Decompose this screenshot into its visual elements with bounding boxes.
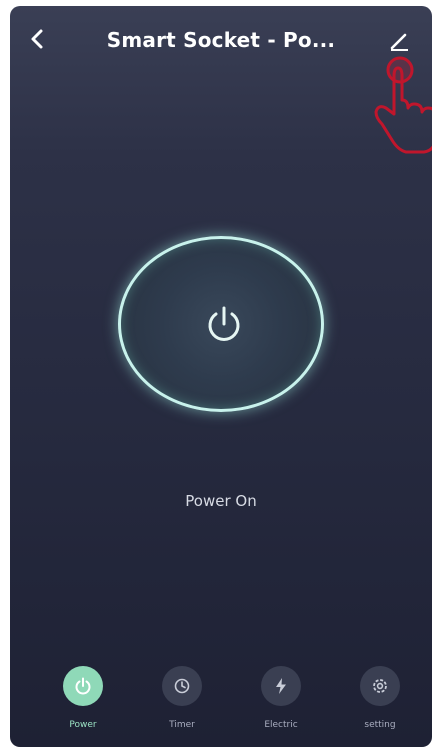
tap-hand-icon — [374, 56, 432, 154]
chevron-left-icon — [31, 29, 43, 49]
power-control — [118, 236, 324, 412]
clock-icon — [162, 666, 202, 706]
pencil-icon — [390, 33, 408, 51]
gear-icon — [360, 666, 400, 706]
tab-power[interactable]: Power — [43, 666, 123, 746]
bottom-nav: Power Timer Electric setting — [10, 666, 432, 746]
tab-timer[interactable]: Timer — [142, 666, 222, 746]
power-icon — [201, 301, 247, 347]
tab-electric-label: Electric — [264, 720, 298, 730]
edit-button[interactable] — [382, 24, 416, 58]
tab-setting[interactable]: setting — [340, 666, 420, 746]
tab-power-label: Power — [69, 720, 97, 730]
tab-electric[interactable]: Electric — [241, 666, 321, 746]
back-button[interactable] — [20, 22, 54, 56]
header-bar: Smart Socket - Po... — [10, 6, 432, 76]
power-tab-icon — [63, 666, 103, 706]
lightning-icon — [261, 666, 301, 706]
app-screen: Smart Socket - Po... Power On Power Time… — [10, 6, 432, 747]
tab-timer-label: Timer — [169, 720, 195, 730]
tab-setting-label: setting — [364, 720, 396, 730]
power-toggle-button[interactable] — [118, 236, 324, 412]
page-title: Smart Socket - Po... — [106, 28, 336, 52]
power-status-label: Power On — [185, 492, 257, 510]
